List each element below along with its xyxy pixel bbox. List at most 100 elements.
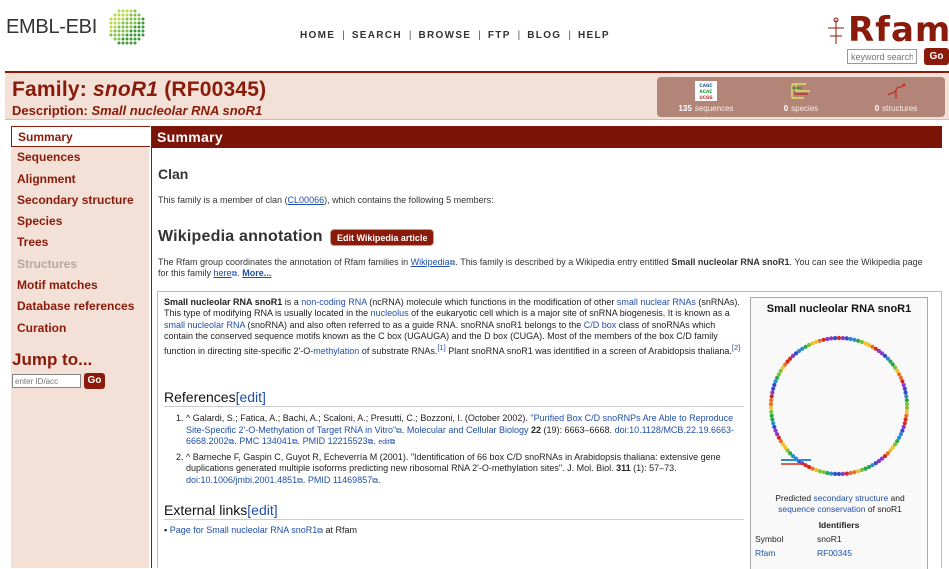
sidebar-item-summary[interactable]: Summary <box>11 126 150 148</box>
summary-section-title: Summary <box>152 126 942 148</box>
sidebar-item-structures: Structures <box>17 256 78 271</box>
rfam-accession-link[interactable]: RF00345 <box>817 548 852 558</box>
infobox: Small nucleolar RNA snoR1 Predicted seco… <box>750 297 928 569</box>
rfam-key-link[interactable]: Rfam <box>755 548 775 558</box>
link-small-nuclear-rnas[interactable]: small nuclear RNAs <box>617 297 696 307</box>
clan-link[interactable]: CL00066 <box>288 195 325 205</box>
secondary-structure-diagram[interactable] <box>759 320 919 490</box>
edit-link[interactable]: edit <box>378 439 389 446</box>
external-links-edit-link[interactable]: [edit] <box>247 502 277 518</box>
link-nucleolus[interactable]: nucleolus <box>371 308 409 318</box>
references-edit-link[interactable]: [edit] <box>236 389 266 405</box>
stat-sequences[interactable]: CAGC ACAC UCGG 135 sequences <box>661 77 751 117</box>
sidebar-item-database-references[interactable]: Database references <box>11 296 149 317</box>
pmid-link[interactable]: PMID 12215523 <box>303 436 368 446</box>
sequences-count: 135 <box>678 104 692 113</box>
caption-pre: Predicted <box>775 493 814 503</box>
sequence-conservation-link[interactable]: sequence conservation <box>778 504 865 514</box>
stat-species[interactable]: 0 species <box>756 77 846 117</box>
pmid-link[interactable]: PMID 11469857 <box>308 475 372 485</box>
rfam-logo[interactable]: Rfam <box>848 10 949 50</box>
sidebar: Summary Sequences Alignment Secondary st… <box>11 126 150 568</box>
link-non-coding-rna[interactable]: non-coding RNA <box>301 297 367 307</box>
structures-label: structures <box>882 104 918 113</box>
reference-item: ^ Galardi, S.; Fatica, A.; Bachi, A.; Sc… <box>186 413 746 449</box>
external-link-icon: ⧉ <box>231 269 238 278</box>
stat-structures[interactable]: 0 structures <box>851 77 941 117</box>
reference-item: ^ Barneche F, Gaspin C, Guyot R, Echever… <box>186 452 746 487</box>
sidebar-item-secondary-structure[interactable]: Secondary structure <box>11 190 149 211</box>
sidebar-item-curation[interactable]: Curation <box>11 318 149 339</box>
sidebar-item-alignment[interactable]: Alignment <box>11 169 149 190</box>
nav-browse[interactable]: BROWSE <box>418 30 471 41</box>
wikipedia-intro-text: The Rfam group coordinates the annotatio… <box>158 257 923 278</box>
infobox-key: Symbol <box>755 534 784 544</box>
svg-text:UCGG: UCGG <box>699 94 713 101</box>
family-accession: (RF00345) <box>164 78 267 101</box>
family-stats: CAGC ACAC UCGG 135 sequences 0 species 0st… <box>657 77 945 117</box>
rfam-page-link[interactable]: Page for Small nucleolar RNA snoR1 <box>170 525 318 535</box>
doi-link[interactable]: doi:10.1006/jmbi.2001.4851 <box>186 475 297 485</box>
clan-text: This family is a member of clan (CL00066… <box>158 195 494 205</box>
clan-heading: Clan <box>158 166 189 182</box>
caption-post: of snoR1 <box>865 504 902 514</box>
sidebar-item-species[interactable]: Species <box>11 211 149 232</box>
article-term: Small nucleolar RNA snoR1 <box>164 297 283 307</box>
pmc-link[interactable]: PMC 134041 <box>239 436 292 446</box>
caption-mid: and <box>888 493 905 503</box>
top-header: EMBL-EBI HOME | SEARCH | BROWSE | FTP | BLOG | HEL… <box>0 0 949 72</box>
nav-search[interactable]: SEARCH <box>352 30 402 41</box>
wiki-intro-text-2: . This family is described by a Wikipedi… <box>455 257 672 267</box>
page-title: Family: snoR1 (RF00345) <box>12 78 266 102</box>
clan-text-pre: This family is a member of clan ( <box>158 195 288 205</box>
keyword-search-go-button[interactable]: Go <box>924 48 949 65</box>
wikipedia-here-link[interactable]: here <box>214 268 232 278</box>
wikipedia-link[interactable]: Wikipedia <box>411 257 450 267</box>
infobox-value: snoR1 <box>817 534 842 544</box>
species-tree-icon <box>791 83 810 99</box>
structures-icon <box>887 83 906 99</box>
sidebar-item-motif-matches[interactable]: Motif matches <box>11 275 149 296</box>
species-label: species <box>791 104 819 113</box>
wikipedia-annotation-heading: Wikipedia annotation <box>158 228 323 245</box>
nav-ftp[interactable]: FTP <box>488 30 511 41</box>
identifiers-heading: Identifiers <box>818 520 860 530</box>
link-small-nucleolar-rna[interactable]: small nucleolar RNA <box>164 320 245 330</box>
wikipedia-more-link[interactable]: More... <box>242 268 271 278</box>
edit-wikipedia-article-button[interactable]: Edit Wikipedia article <box>330 229 435 246</box>
family-name: snoR1 <box>92 78 159 101</box>
sidebar-item-sequences[interactable]: Sequences <box>11 147 149 168</box>
citation-1[interactable]: [1] <box>437 343 445 352</box>
species-count: 0 <box>783 104 789 113</box>
family-label: Family: <box>12 78 87 101</box>
external-links-heading-text: External links <box>164 502 248 518</box>
sequences-icon: CAGC ACAC UCGG <box>695 81 717 101</box>
wiki-entry-title: Small nucleolar RNA snoR1 <box>671 257 790 267</box>
citation-2[interactable]: [2] <box>732 343 740 352</box>
jump-to-input[interactable] <box>12 374 81 388</box>
jump-to-go-button[interactable]: Go <box>84 373 105 389</box>
sidebar-item-trees[interactable]: Trees <box>11 232 149 253</box>
journal-link[interactable]: Molecular and Cellular Biology <box>407 425 529 435</box>
wikipedia-article-body: Small nucleolar RNA snoR1 is a non-codin… <box>164 297 741 357</box>
references-heading: References[edit] <box>164 389 744 407</box>
description-label: Description: <box>12 103 88 118</box>
family-description: Description: Small nucleolar RNA snoR1 <box>12 103 262 118</box>
external-link-item: ▪ Page for Small nucleolar RNA snoR1⧉ at… <box>164 525 358 535</box>
family-title-bar: Family: snoR1 (RF00345) Description: Sma… <box>5 71 949 120</box>
top-navigation: HOME | SEARCH | BROWSE | FTP | BLOG | HELP <box>300 30 610 41</box>
nav-help[interactable]: HELP <box>578 30 610 41</box>
external-links-heading: External links[edit] <box>164 502 744 520</box>
secondary-structure-link[interactable]: secondary structure <box>814 493 889 503</box>
wikipedia-article-panel: Small nucleolar RNA snoR1 is a non-codin… <box>157 291 942 569</box>
keyword-search-input[interactable] <box>847 49 917 64</box>
nav-home[interactable]: HOME <box>300 30 335 41</box>
link-methylation[interactable]: methylation <box>313 346 359 356</box>
description-text: Small nucleolar RNA snoR1 <box>91 103 263 118</box>
nav-blog[interactable]: BLOG <box>527 30 561 41</box>
ebi-logo[interactable]: EMBL-EBI <box>6 16 97 39</box>
main-content: Summary Clan This family is a member of … <box>151 126 943 569</box>
ebi-dots-icon[interactable] <box>107 7 147 47</box>
references-list: ^ Galardi, S.; Fatica, A.; Bachi, A.; Sc… <box>186 413 746 489</box>
link-cd-box[interactable]: C/D box <box>584 320 617 330</box>
